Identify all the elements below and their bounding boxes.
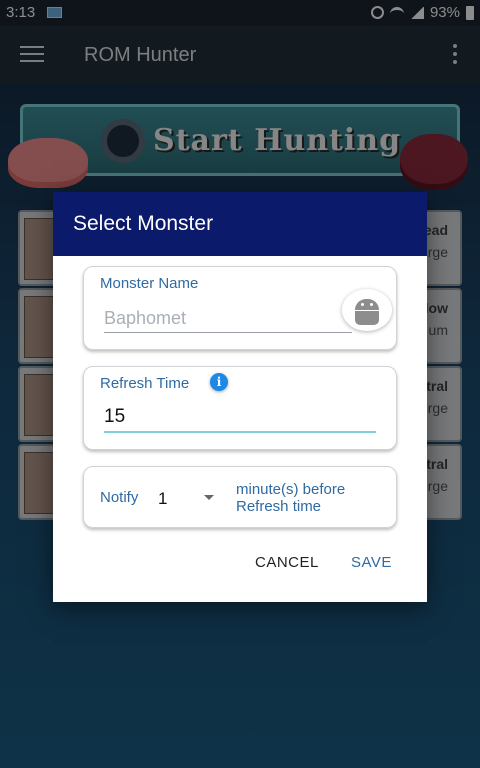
refresh-time-input[interactable] (104, 403, 376, 433)
notify-label: Notify (100, 489, 139, 506)
notify-minutes-value: 1 (158, 489, 168, 508)
monster-name-input[interactable] (104, 305, 352, 333)
select-monster-dialog: Select Monster Monster Name Refresh Time… (53, 192, 427, 602)
chevron-down-icon (204, 495, 214, 500)
dialog-title: Select Monster (73, 212, 214, 235)
info-icon[interactable]: i (210, 373, 228, 391)
cancel-button[interactable]: CANCEL (255, 554, 319, 571)
monster-name-label: Monster Name (100, 275, 199, 292)
monster-name-card: Monster Name (83, 266, 397, 350)
notify-minutes-select[interactable]: 1 (156, 485, 218, 511)
notify-card: Notify 1 minute(s) before Refresh time (83, 466, 397, 528)
save-button[interactable]: SAVE (351, 554, 392, 571)
dialog-header: Select Monster (53, 192, 427, 256)
refresh-time-card: Refresh Time i (83, 366, 397, 450)
notify-suffix: minute(s) before Refresh time (236, 481, 346, 515)
refresh-time-label: Refresh Time (100, 375, 190, 392)
android-icon[interactable] (342, 289, 392, 331)
